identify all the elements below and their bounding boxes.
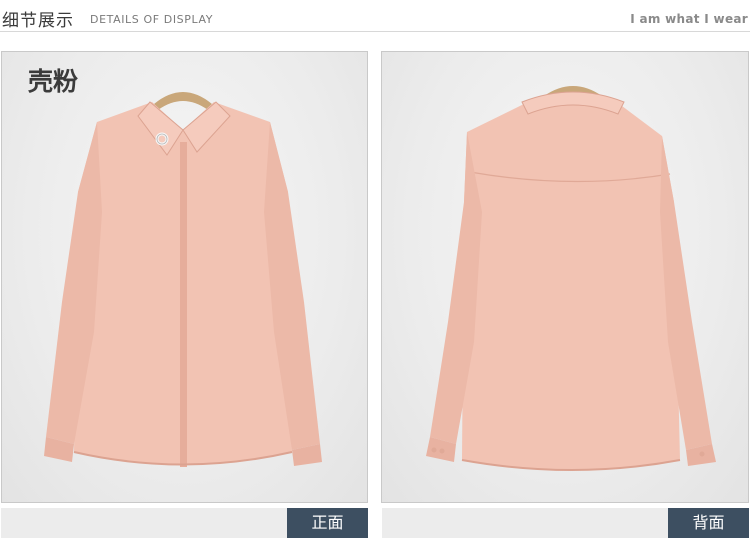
back-view-photo <box>381 51 749 503</box>
header-divider <box>0 31 750 32</box>
shirt-back-image <box>426 86 716 471</box>
color-name-label: 壳粉 <box>28 67 79 96</box>
page-header: 细节展示 DETAILS OF DISPLAY I am what I wear <box>0 0 750 34</box>
front-view-label: 正面 <box>287 508 368 538</box>
back-caption-bar: 背面 <box>382 508 749 538</box>
back-view-label: 背面 <box>668 508 749 538</box>
section-subtitle: DETAILS OF DISPLAY <box>90 13 214 26</box>
front-view-photo: 壳粉 <box>1 51 368 503</box>
shirt-front-image <box>44 92 322 467</box>
section-title: 细节展示 <box>2 11 74 31</box>
brand-tagline: I am what I wear <box>630 12 748 26</box>
front-caption-bar: 正面 <box>1 508 368 538</box>
